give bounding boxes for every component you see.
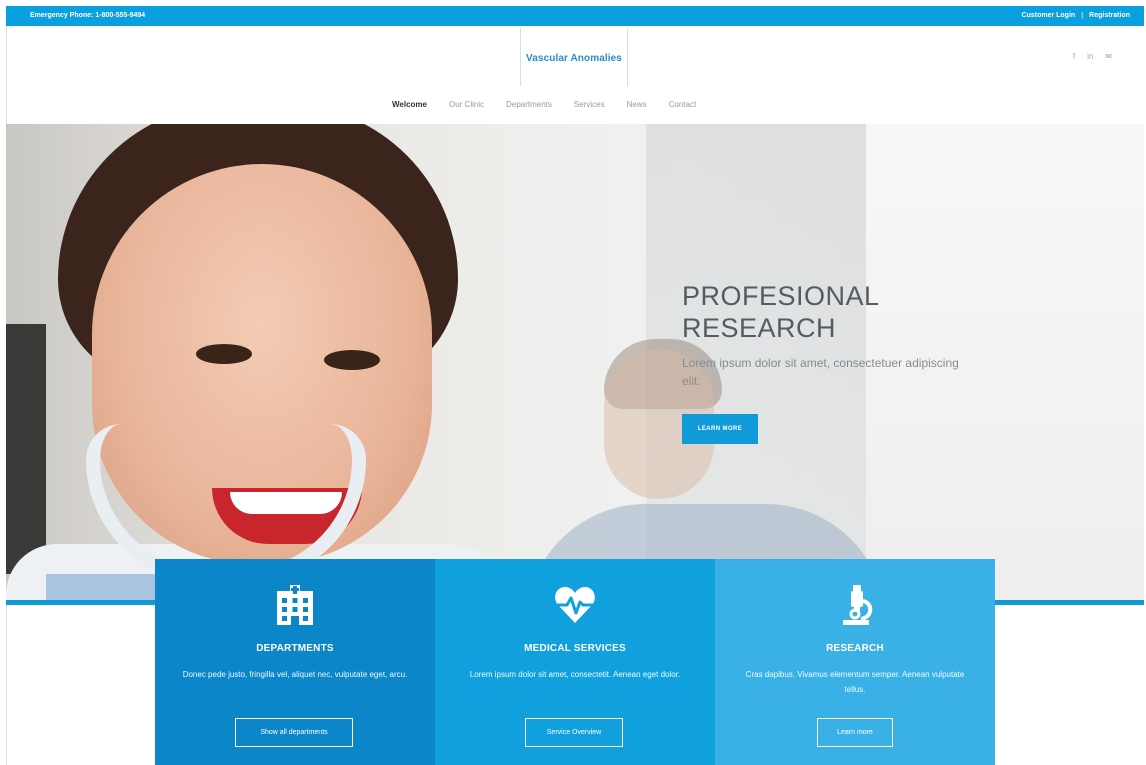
panel-title: DEPARTMENTS (256, 643, 334, 654)
customer-login-link[interactable]: Customer Login (1022, 12, 1076, 19)
nav-item-welcome[interactable]: Welcome (392, 100, 427, 109)
show-all-departments-button[interactable]: Show all departments (235, 718, 353, 747)
panel-medical-services: MEDICAL SERVICES Lorem ipsum dolor sit a… (435, 559, 715, 765)
mail-icon[interactable]: ✉ (1105, 52, 1112, 61)
nav-item-services[interactable]: Services (574, 100, 605, 109)
hero-banner: PROFESIONAL RESEARCH Lorem ipsum dolor s… (6, 124, 1144, 602)
hero-title: PROFESIONAL RESEARCH (682, 280, 880, 344)
divider: | (1081, 12, 1084, 19)
top-bar: Emergency Phone: 1-800-555-9494 Customer… (6, 6, 1144, 26)
hero-eye-right (324, 350, 380, 370)
panel-title: RESEARCH (826, 643, 884, 654)
hero-title-line1: PROFESIONAL (682, 281, 880, 311)
hero-bg-cabinet (6, 324, 46, 574)
nav-item-contact[interactable]: Contact (669, 100, 697, 109)
logo[interactable]: Vascular Anomalies (520, 28, 628, 86)
panel-text: Lorem ipsum dolor sit amet, consectetit.… (469, 670, 681, 679)
panel-title: MEDICAL SERVICES (524, 643, 626, 654)
nav-item-our-clinic[interactable]: Our Clinic (449, 100, 484, 109)
learn-more-link-button[interactable]: Learn more (817, 718, 893, 747)
linkedin-icon[interactable]: in (1087, 52, 1093, 61)
heart-pulse-icon (435, 583, 715, 627)
learn-more-button[interactable]: LEARN MORE (682, 414, 758, 444)
microscope-icon (715, 583, 995, 627)
hospital-icon (155, 583, 435, 627)
top-links: Customer Login | Registration (1022, 12, 1130, 19)
emergency-phone: Emergency Phone: 1-800-555-9494 (30, 12, 146, 19)
panel-departments: DEPARTMENTS Donec pede justo, fringilla … (155, 559, 435, 765)
hero-subtitle: Lorem ipsum dolor sit amet, consectetuer… (682, 356, 959, 388)
nav-item-departments[interactable]: Departments (506, 100, 552, 109)
hero-title-line2: RESEARCH (682, 313, 837, 343)
social-links: f in ✉ (1073, 52, 1112, 61)
logo-text: Vascular Anomalies (526, 53, 622, 64)
nav-item-news[interactable]: News (627, 100, 647, 109)
panel-research: RESEARCH Cras dapibus. Vivamus elementum… (715, 559, 995, 765)
main-nav: Welcome Our Clinic Departments Services … (392, 100, 718, 109)
panel-text: Donec pede justo, fringilla vel, aliquet… (182, 670, 408, 679)
feature-panels: DEPARTMENTS Donec pede justo, fringilla … (155, 559, 995, 765)
panel-text: Cras dapibus. Vivamus elementum semper. … (745, 670, 965, 694)
service-overview-button[interactable]: Service Overview (525, 718, 623, 747)
hero-eye-left (196, 344, 252, 364)
registration-link[interactable]: Registration (1089, 12, 1130, 19)
facebook-icon[interactable]: f (1073, 52, 1075, 61)
